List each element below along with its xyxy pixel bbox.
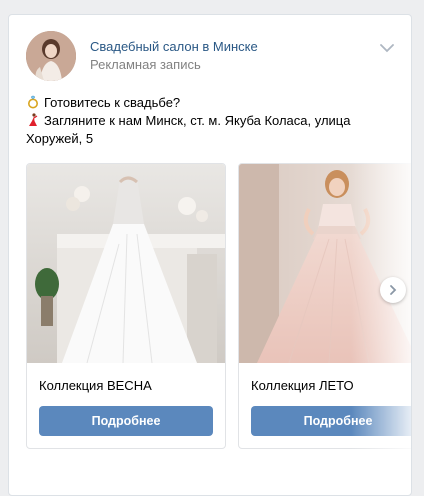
author-avatar[interactable]	[26, 31, 76, 81]
dancer-emoji-icon	[29, 113, 38, 126]
post-text-line: Готовитесь к свадьбе?	[26, 94, 396, 112]
ad-label: Рекламная запись	[90, 57, 201, 72]
carousel-card[interactable]: Коллекция ЛЕТО Подробнее	[238, 163, 411, 449]
chevron-right-icon	[390, 285, 397, 295]
author-name-link[interactable]: Свадебный салон в Минске	[90, 39, 258, 54]
product-photo[interactable]	[27, 164, 225, 363]
more-button[interactable]: Подробнее	[251, 406, 411, 436]
chevron-down-icon[interactable]	[379, 41, 395, 53]
post-text: Готовитесь к свадьбе? Загляните к нам Ми…	[26, 94, 396, 148]
card-title: Коллекция ЛЕТО	[251, 378, 354, 393]
more-button[interactable]: Подробнее	[39, 406, 213, 436]
ring-emoji-icon	[28, 95, 38, 109]
post-text-line: Загляните к нам Минск, ст. м. Якуба Кола…	[26, 112, 396, 130]
carousel-card[interactable]: Коллекция ВЕСНА Подробнее	[26, 163, 226, 449]
carousel-next-button[interactable]	[380, 277, 406, 303]
card-title: Коллекция ВЕСНА	[39, 378, 152, 393]
ad-post: Свадебный салон в Минске Рекламная запис…	[8, 14, 412, 496]
product-photo[interactable]	[239, 164, 411, 363]
post-text-line: Хоружей, 5	[26, 131, 94, 146]
ad-carousel: Коллекция ВЕСНА Подробнее Коллекция ЛЕТО…	[26, 163, 411, 455]
